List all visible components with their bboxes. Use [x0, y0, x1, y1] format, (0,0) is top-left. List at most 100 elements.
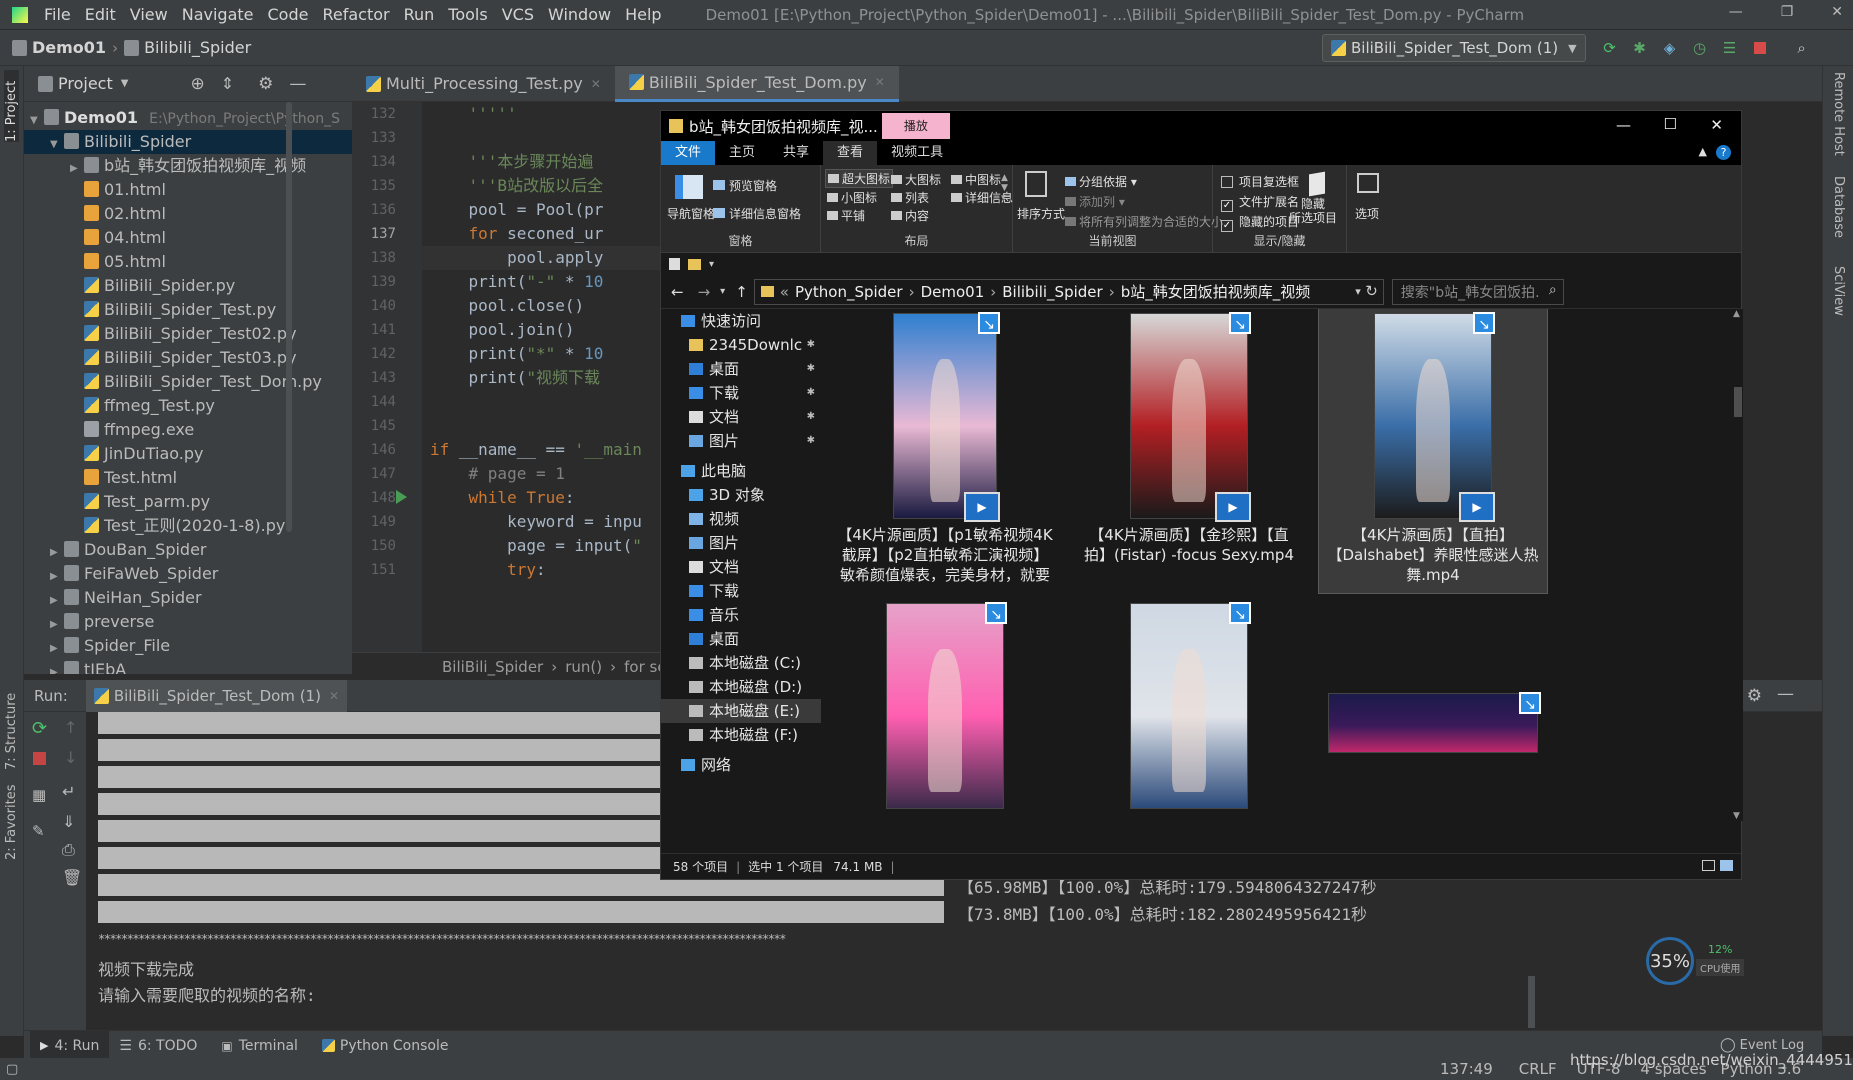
crumb-function[interactable]: run()	[565, 658, 602, 676]
menu-item-help[interactable]: Help	[625, 5, 661, 24]
overflow-icon[interactable]: «	[780, 283, 789, 301]
tab-multi-processing[interactable]: Multi_Processing_Test.py ✕	[352, 66, 615, 102]
tree-root[interactable]: ▼ Demo01 E:\Python_Project\Python_S	[24, 106, 352, 130]
address-crumb[interactable]: b站_韩女团饭拍视频库_视频	[1121, 281, 1311, 302]
console-scrollbar[interactable]	[1528, 976, 1535, 1028]
crumb-bilibili-spider[interactable]: Bilibili_Spider	[144, 38, 251, 57]
stop-icon[interactable]	[33, 752, 46, 765]
details-pane-button[interactable]: 详细信息窗格	[713, 205, 801, 222]
file-item[interactable]: ↘ ▶ 【4K片源画质】【p1敏希视频4K截屏】【p2直拍敏希汇演视频】敏希颜值爆表…	[831, 309, 1059, 593]
tree-file[interactable]: BiliBili_Spider_Test_Dom.py	[24, 370, 352, 394]
chevron-right-icon[interactable]: ›	[909, 283, 915, 301]
crumb-demo01[interactable]: Demo01	[32, 38, 106, 57]
layout-icon[interactable]: ▦	[32, 786, 46, 804]
file-item[interactable]: ↘	[831, 599, 1059, 821]
sort-button[interactable]: 排序方式	[1017, 205, 1065, 222]
ribbon-tab-video-tools[interactable]: 视频工具	[877, 141, 957, 165]
code-line[interactable]: '''B站改版以后全	[430, 174, 680, 198]
code-editor[interactable]: ''''' '''本步骤开始遍 '''B站改版以后全 pool = Pool(p…	[430, 102, 680, 652]
recent-icon[interactable]: ▾	[720, 286, 725, 297]
forward-icon[interactable]: →	[698, 283, 711, 301]
run-tab[interactable]: BiliBili_Spider_Test_Dom (1) ✕	[85, 679, 347, 712]
ribbon-tab-file[interactable]: 文件	[661, 141, 716, 165]
nav-item[interactable]: 文档 ✱	[661, 405, 821, 429]
scroll-thumb[interactable]	[1734, 387, 1742, 417]
fit-columns-button[interactable]: 将所有列调整为合适的大小	[1065, 213, 1223, 230]
code-line[interactable]	[430, 414, 680, 438]
tree-file[interactable]: JinDuTiao.py	[24, 442, 352, 466]
minimize-icon[interactable]: —	[1729, 4, 1743, 20]
nav-item[interactable]: 2345Downlc ✱	[661, 333, 821, 357]
medium-icons-option[interactable]: 中图标	[951, 171, 1001, 188]
favorites-tool-button[interactable]: 2: Favorites	[4, 780, 19, 860]
minimize-icon[interactable]: —	[1616, 116, 1631, 134]
project-tool-button[interactable]: 1: Project	[4, 70, 19, 142]
print-icon[interactable]: ⎙	[62, 840, 75, 860]
back-icon[interactable]: ←	[671, 283, 684, 301]
tree-folder[interactable]: ▶ DouBan_Spider	[24, 538, 352, 562]
refresh-icon[interactable]: ↻	[1365, 282, 1378, 300]
address-crumb[interactable]: Demo01	[921, 283, 985, 301]
up-icon[interactable]: ↑	[64, 718, 77, 737]
ribbon-tab-home[interactable]: 主页	[715, 141, 769, 165]
nav-item[interactable]: 下载	[661, 579, 821, 603]
run-gutter-icon[interactable]	[396, 490, 407, 504]
tab-bilibili-test-dom[interactable]: BiliBili_Spider_Test_Dom.py ✕	[614, 65, 899, 102]
tree-folder[interactable]: ▶ b站_韩女团饭拍视频库_视频	[24, 154, 352, 178]
tree-file[interactable]: Test.html	[24, 466, 352, 490]
preview-pane-button[interactable]: 预览窗格	[713, 177, 777, 194]
code-line[interactable]: page = input("	[430, 534, 680, 558]
bottom-tab-python-console[interactable]: Python Console	[321, 1038, 448, 1054]
options-button[interactable]: 选项	[1355, 205, 1379, 222]
add-column-button[interactable]: 添加列 ▾	[1065, 193, 1125, 210]
tree-file[interactable]: BiliBili_Spider_Test03.py	[24, 346, 352, 370]
bottom-tab-run[interactable]: ▶ 4: Run	[30, 1030, 110, 1061]
debug-icon[interactable]: ✱	[1630, 38, 1650, 58]
chevron-up-icon[interactable]: ▲	[1699, 145, 1707, 158]
tree-folder[interactable]: ▼ Bilibili_Spider	[24, 130, 352, 154]
code-line[interactable]: pool.apply	[430, 246, 680, 270]
nav-item[interactable]: 本地磁盘 (F:)	[661, 723, 821, 747]
layout-toggle-icon[interactable]: ▢	[6, 1062, 18, 1077]
code-line[interactable]: print("视频下载	[430, 366, 680, 390]
nav-item[interactable]: 视频	[661, 507, 821, 531]
code-line[interactable]	[430, 390, 680, 414]
console-input-prompt[interactable]: 请输入需要爬取的视频的名称:	[98, 982, 316, 1006]
details-view-icon[interactable]	[1702, 860, 1715, 871]
nav-item[interactable]: 本地磁盘 (C:)	[661, 651, 821, 675]
tree-file[interactable]: ffmpeg.exe	[24, 418, 352, 442]
concurrency-icon[interactable]: ☰	[1720, 38, 1740, 58]
scroll-up-icon[interactable]: ▲	[1733, 309, 1740, 319]
hide-selected-button[interactable]: 隐藏 所选项目	[1289, 197, 1337, 225]
nav-item[interactable]: 此电脑	[661, 459, 821, 483]
file-item[interactable]: ↘ ▶ 【4K片源画质】【金珍熙】【直拍】(Fistar) -focus Sexy.…	[1075, 309, 1303, 593]
play-contextual-tab[interactable]: 播放	[881, 113, 950, 139]
help-icon[interactable]: ?	[1716, 145, 1731, 160]
code-line[interactable]	[430, 126, 680, 150]
large-icon-view-icon[interactable]	[1720, 860, 1733, 871]
search-field[interactable]: 搜索"b站_韩女团饭拍... ⌕	[1391, 278, 1564, 305]
tiles-option[interactable]: 平铺	[827, 207, 865, 224]
tree-folder[interactable]: ▶ NeiHan_Spider	[24, 586, 352, 610]
menu-item-edit[interactable]: Edit	[85, 5, 116, 24]
chevron-right-icon[interactable]: ›	[990, 283, 996, 301]
close-icon[interactable]: ✕	[1710, 116, 1723, 134]
remote-host-tool-button[interactable]: Remote Host	[1831, 72, 1846, 162]
gear-icon[interactable]: ⚙	[258, 74, 273, 94]
tree-file[interactable]: 01.html	[24, 178, 352, 202]
run-config-select[interactable]: BiliBili_Spider_Test_Dom (1) ▼	[1322, 34, 1586, 62]
properties-icon[interactable]	[669, 258, 680, 270]
bottom-tab-todo[interactable]: ☰ 6: TODO	[119, 1038, 197, 1054]
code-line[interactable]: # page = 1	[430, 462, 680, 486]
tree-file[interactable]: ffmeg_Test.py	[24, 394, 352, 418]
pin-icon[interactable]: ✱	[807, 357, 815, 381]
nav-pane-button[interactable]: 导航窗格	[667, 205, 715, 222]
tree-folder[interactable]: ▶ preverse	[24, 610, 352, 634]
nav-item[interactable]: 图片 ✱	[661, 429, 821, 453]
menu-item-navigate[interactable]: Navigate	[182, 5, 254, 24]
hide-icon[interactable]: —	[289, 74, 306, 94]
tree-file[interactable]: 02.html	[24, 202, 352, 226]
close-icon[interactable]: ✕	[1831, 4, 1843, 20]
code-line[interactable]: '''本步骤开始遍	[430, 150, 680, 174]
caret-position[interactable]: 137:49	[1440, 1060, 1493, 1078]
